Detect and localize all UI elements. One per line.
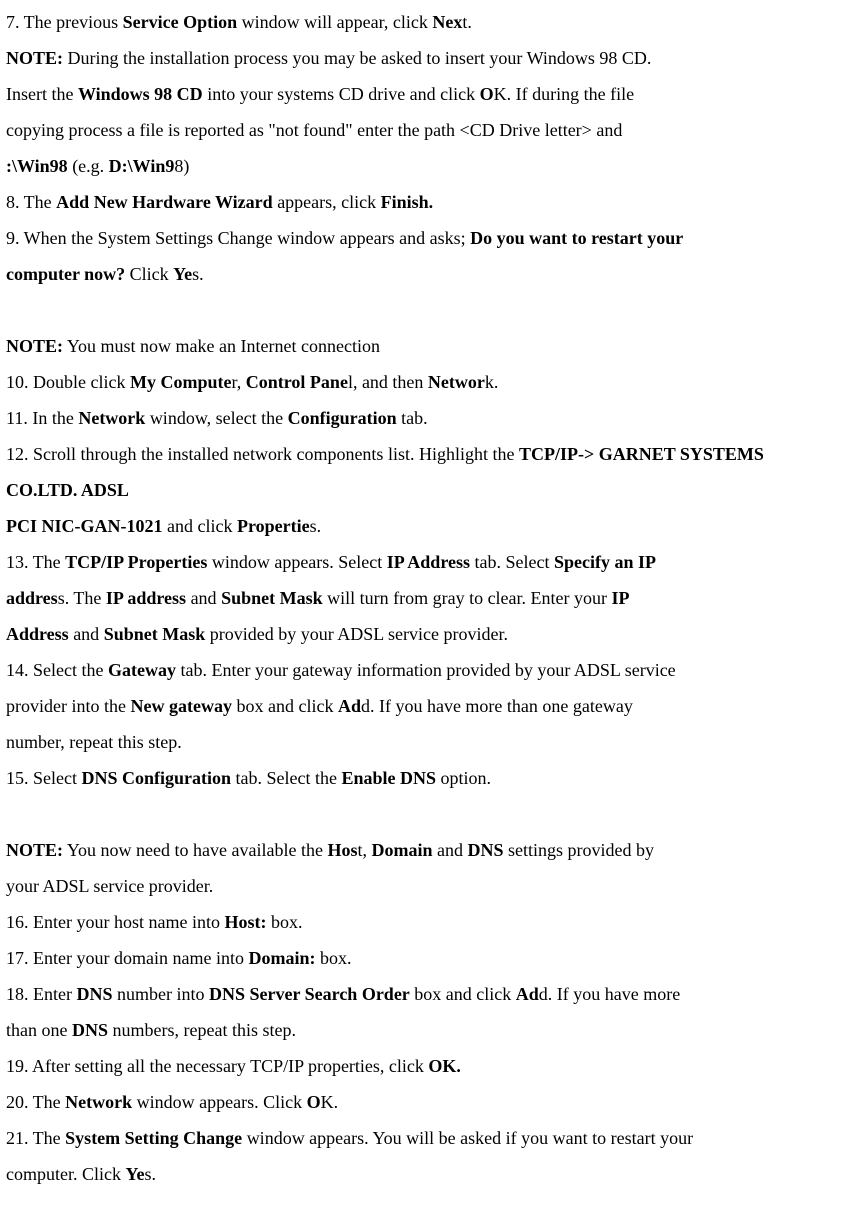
blank-line (6, 796, 841, 832)
step-13: 13. The TCP/IP Properties window appears… (6, 544, 841, 580)
step-17: 17. Enter your domain name into Domain: … (6, 940, 841, 976)
step-11: 11. In the Network window, select the Co… (6, 400, 841, 436)
text-line: number, repeat this step. (6, 724, 841, 760)
step-19: 19. After setting all the necessary TCP/… (6, 1048, 841, 1084)
step-16: 16. Enter your host name into Host: box. (6, 904, 841, 940)
text-line: CO.LTD. ADSL (6, 472, 841, 508)
text-line: PCI NIC-GAN-1021 and click Properties. (6, 508, 841, 544)
text-line: provider into the New gateway box and cl… (6, 688, 841, 724)
step-12: 12. Scroll through the installed network… (6, 436, 841, 472)
text-line: copying process a file is reported as "n… (6, 112, 841, 148)
text-line: Address and Subnet Mask provided by your… (6, 616, 841, 652)
text-line: than one DNS numbers, repeat this step. (6, 1012, 841, 1048)
document-body: 7. The previous Service Option window wi… (6, 4, 841, 1192)
step-21: 21. The System Setting Change window app… (6, 1120, 841, 1156)
step-18: 18. Enter DNS number into DNS Server Sea… (6, 976, 841, 1012)
text-line: your ADSL service provider. (6, 868, 841, 904)
text-line: address. The IP address and Subnet Mask … (6, 580, 841, 616)
text-line: Insert the Windows 98 CD into your syste… (6, 76, 841, 112)
step-15: 15. Select DNS Configuration tab. Select… (6, 760, 841, 796)
step-20: 20. The Network window appears. Click OK… (6, 1084, 841, 1120)
note-2: NOTE: You must now make an Internet conn… (6, 328, 841, 364)
text-line: :\Win98 (e.g. D:\Win98) (6, 148, 841, 184)
blank-line (6, 292, 841, 328)
step-8: 8. The Add New Hardware Wizard appears, … (6, 184, 841, 220)
step-10: 10. Double click My Computer, Control Pa… (6, 364, 841, 400)
step-7: 7. The previous Service Option window wi… (6, 4, 841, 40)
step-14: 14. Select the Gateway tab. Enter your g… (6, 652, 841, 688)
text-line: computer now? Click Yes. (6, 256, 841, 292)
note-1: NOTE: During the installation process yo… (6, 40, 841, 76)
step-9: 9. When the System Settings Change windo… (6, 220, 841, 256)
text-line: computer. Click Yes. (6, 1156, 841, 1192)
note-3: NOTE: You now need to have available the… (6, 832, 841, 868)
